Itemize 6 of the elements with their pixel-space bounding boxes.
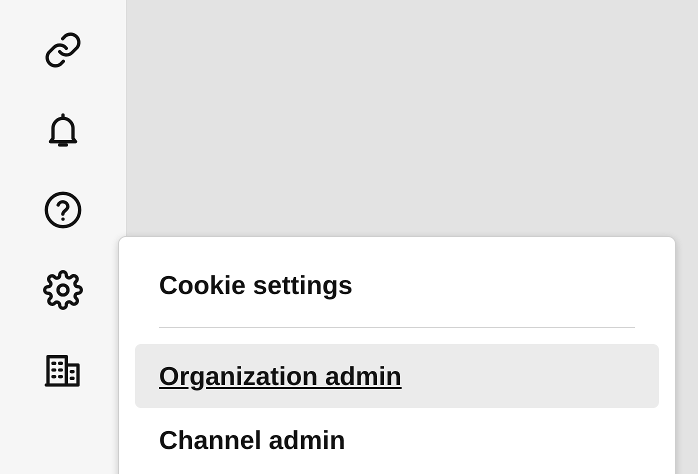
menu-item[interactable]: Cookie settings xyxy=(135,253,659,317)
menu-item[interactable]: Organization admin xyxy=(135,344,659,408)
menu-item[interactable]: Channel admin xyxy=(135,408,659,472)
link-icon[interactable] xyxy=(43,30,83,70)
settings-icon[interactable] xyxy=(43,270,83,310)
help-icon[interactable] xyxy=(43,190,83,230)
